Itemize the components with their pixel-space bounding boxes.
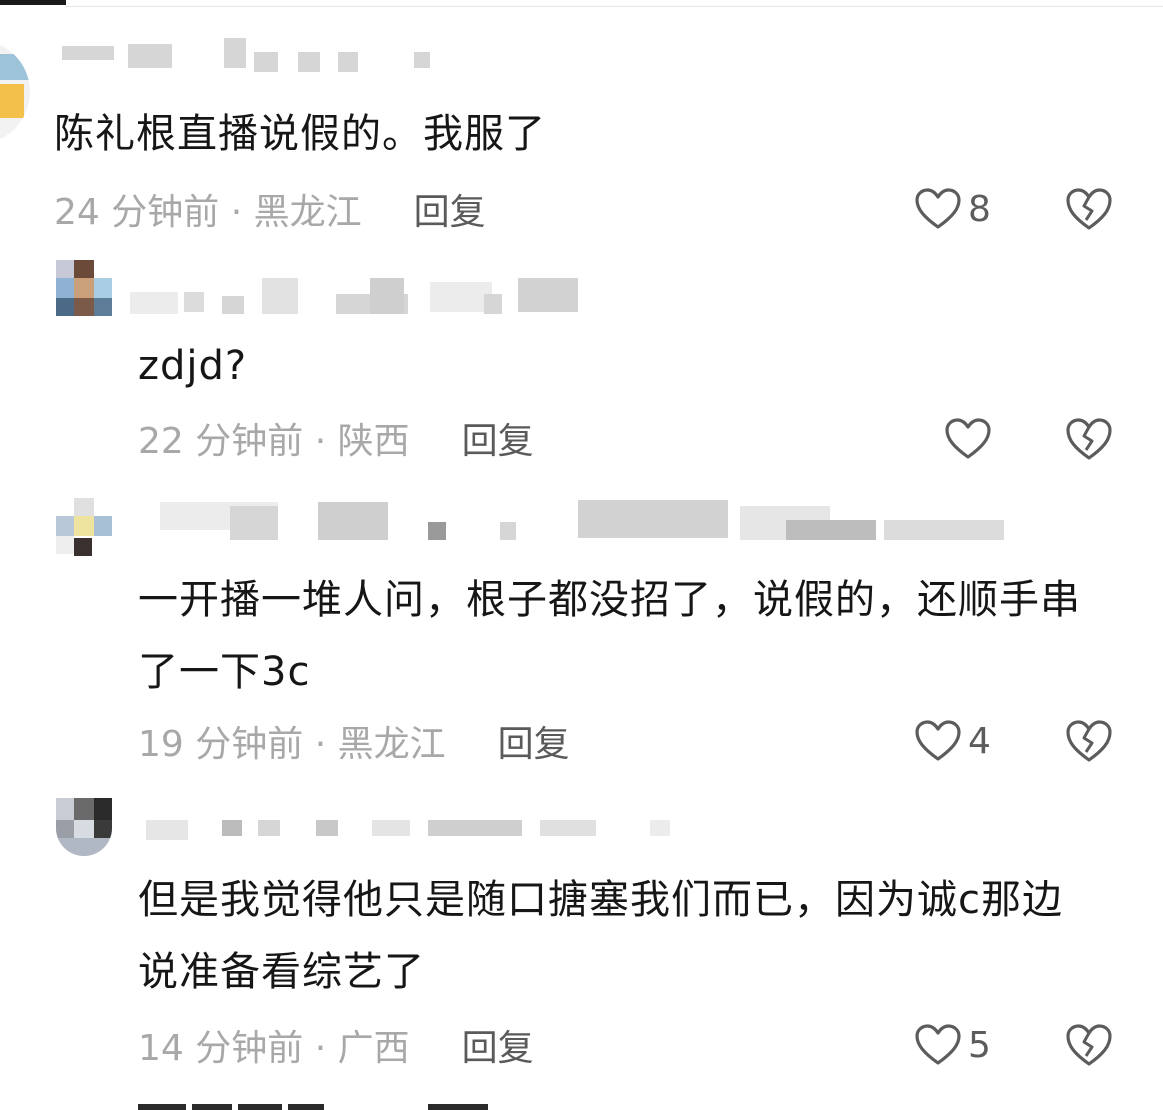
like-button[interactable]: 8	[914, 184, 991, 234]
username-blurred[interactable]	[58, 36, 430, 96]
reply-button[interactable]: 回复	[498, 715, 570, 767]
broken-heart-icon	[1066, 720, 1112, 762]
dislike-button[interactable]	[1064, 416, 1114, 462]
comment-time-location: 24 分钟前 · 黑龙江	[54, 192, 362, 233]
like-count: 4	[968, 720, 991, 762]
username-blurred[interactable]	[146, 808, 676, 868]
comment-time-location: 22 分钟前 · 陕西	[138, 421, 410, 462]
like-count: 5	[968, 1024, 991, 1066]
username-blurred[interactable]	[130, 272, 600, 332]
dislike-button[interactable]	[1064, 186, 1114, 232]
like-button[interactable]: 4	[914, 716, 991, 766]
avatar[interactable]	[56, 798, 112, 856]
comment-meta: 24 分钟前 · 黑龙江 回复	[54, 184, 486, 234]
comment-item: zdjd? 22 分钟前 · 陕西 回复	[0, 250, 1163, 480]
comment-meta: 22 分钟前 · 陕西 回复	[138, 413, 534, 463]
comment-time-location: 14 分钟前 · 广西	[138, 1028, 410, 1069]
reply-button[interactable]: 回复	[462, 1019, 534, 1071]
comment-meta: 14 分钟前 · 广西 回复	[138, 1020, 534, 1070]
heart-outline-icon	[915, 188, 961, 229]
broken-heart-icon	[1066, 188, 1112, 230]
like-button[interactable]: 5	[914, 1020, 991, 1070]
comment-text: zdjd?	[138, 343, 248, 389]
comment-text: 但是我觉得他只是随口搪塞我们而已，因为诚c那边说准备看综艺了	[138, 877, 1063, 995]
heart-outline-icon	[915, 720, 961, 761]
comment-text: 陈礼根直播说假的。我服了	[54, 111, 546, 157]
avatar[interactable]	[56, 260, 112, 316]
avatar[interactable]	[56, 498, 112, 556]
comment-time-location: 19 分钟前 · 黑龙江	[138, 724, 446, 765]
like-button[interactable]	[944, 414, 998, 464]
comment-meta: 19 分钟前 · 黑龙江 回复	[138, 716, 570, 766]
reply-button[interactable]: 回复	[462, 412, 534, 464]
comment-item: 但是我觉得他只是随口搪塞我们而已，因为诚c那边说准备看综艺了 14 分钟前 · …	[0, 790, 1163, 1090]
reply-button[interactable]: 回复	[414, 183, 486, 235]
avatar[interactable]	[0, 40, 30, 144]
heart-outline-icon	[945, 418, 991, 459]
comment-item: 陈礼根直播说假的。我服了 24 分钟前 · 黑龙江 回复 8	[0, 0, 1163, 250]
comment-text: 一开播一堆人问，根子都没招了，说假的，还顺手串了一下3c	[138, 577, 1081, 695]
username-blurred[interactable]	[160, 498, 1010, 558]
comment-item: 一开播一堆人问，根子都没招了，说假的，还顺手串了一下3c 19 分钟前 · 黑龙…	[0, 480, 1163, 790]
heart-outline-icon	[915, 1024, 961, 1065]
broken-heart-icon	[1066, 1024, 1112, 1066]
broken-heart-icon	[1066, 418, 1112, 460]
next-comment-cutoff	[138, 1100, 518, 1110]
dislike-button[interactable]	[1064, 718, 1114, 764]
dislike-button[interactable]	[1064, 1022, 1114, 1068]
like-count: 8	[968, 188, 991, 230]
